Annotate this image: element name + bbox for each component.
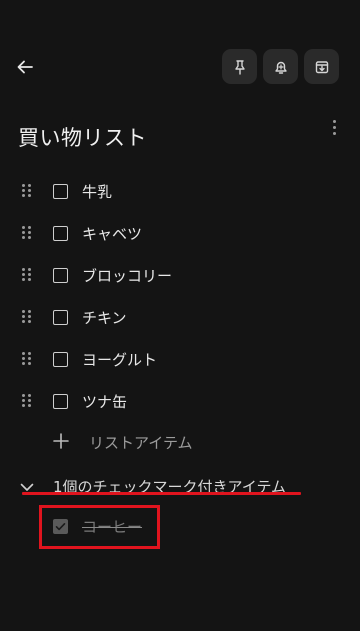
note-title[interactable]: 買い物リスト bbox=[18, 122, 147, 152]
annotation-underline bbox=[22, 492, 301, 495]
checked-items-toggle[interactable]: 1個のチェックマーク付きアイテム bbox=[0, 472, 360, 502]
drag-handle-icon[interactable] bbox=[22, 226, 32, 240]
item-label[interactable]: ツナ缶 bbox=[82, 391, 127, 412]
item-checkbox[interactable] bbox=[53, 225, 68, 241]
drag-handle-icon[interactable] bbox=[22, 352, 32, 366]
list-item: チキン bbox=[0, 296, 360, 338]
reminder-button[interactable] bbox=[263, 49, 298, 84]
arrow-left-icon bbox=[17, 60, 33, 74]
pin-button[interactable] bbox=[222, 49, 257, 84]
more-vertical-icon-dot bbox=[332, 125, 336, 129]
plus-icon bbox=[53, 433, 69, 449]
add-item-label: リストアイテム bbox=[89, 434, 193, 452]
archive-icon bbox=[315, 60, 328, 73]
item-checkbox[interactable] bbox=[53, 393, 68, 409]
annotation-highlight-box bbox=[39, 505, 160, 549]
list-item: ツナ缶 bbox=[0, 380, 360, 422]
item-checkbox[interactable] bbox=[53, 183, 68, 199]
item-checkbox[interactable] bbox=[53, 351, 68, 367]
drag-handle-icon[interactable] bbox=[22, 394, 32, 408]
list-item: キャベツ bbox=[0, 212, 360, 254]
archive-button[interactable] bbox=[304, 49, 339, 84]
back-button[interactable] bbox=[10, 52, 40, 82]
note-toolbar bbox=[222, 49, 339, 84]
drag-handle-icon[interactable] bbox=[22, 268, 32, 282]
drag-handle-icon[interactable] bbox=[22, 310, 32, 324]
more-vertical-icon-dot bbox=[332, 131, 336, 135]
list-item: ブロッコリー bbox=[0, 254, 360, 296]
reminder-bell-icon bbox=[274, 61, 287, 74]
item-label[interactable]: チキン bbox=[82, 307, 127, 328]
drag-handle-icon[interactable] bbox=[22, 184, 32, 198]
list-item: 牛乳 bbox=[0, 170, 360, 212]
list-item: ヨーグルト bbox=[0, 338, 360, 380]
unchecked-list: 牛乳 キャベツ ブロッコリー チキン ヨーグルト ツナ缶 bbox=[0, 170, 360, 422]
more-options-button[interactable] bbox=[328, 117, 340, 137]
item-checkbox[interactable] bbox=[53, 267, 68, 283]
item-label[interactable]: ヨーグルト bbox=[82, 349, 157, 370]
pin-icon bbox=[234, 59, 245, 75]
item-label[interactable]: キャベツ bbox=[82, 223, 142, 244]
item-label[interactable]: ブロッコリー bbox=[82, 265, 172, 286]
more-vertical-icon-dot bbox=[332, 119, 336, 123]
add-list-item-button[interactable]: リストアイテム bbox=[0, 422, 360, 462]
item-label[interactable]: 牛乳 bbox=[82, 181, 112, 202]
item-checkbox[interactable] bbox=[53, 309, 68, 325]
note-screen: 買い物リスト 牛乳 キャベツ ブロッコリー チキン ヨーグルト ツナ缶 リストア… bbox=[0, 0, 360, 631]
